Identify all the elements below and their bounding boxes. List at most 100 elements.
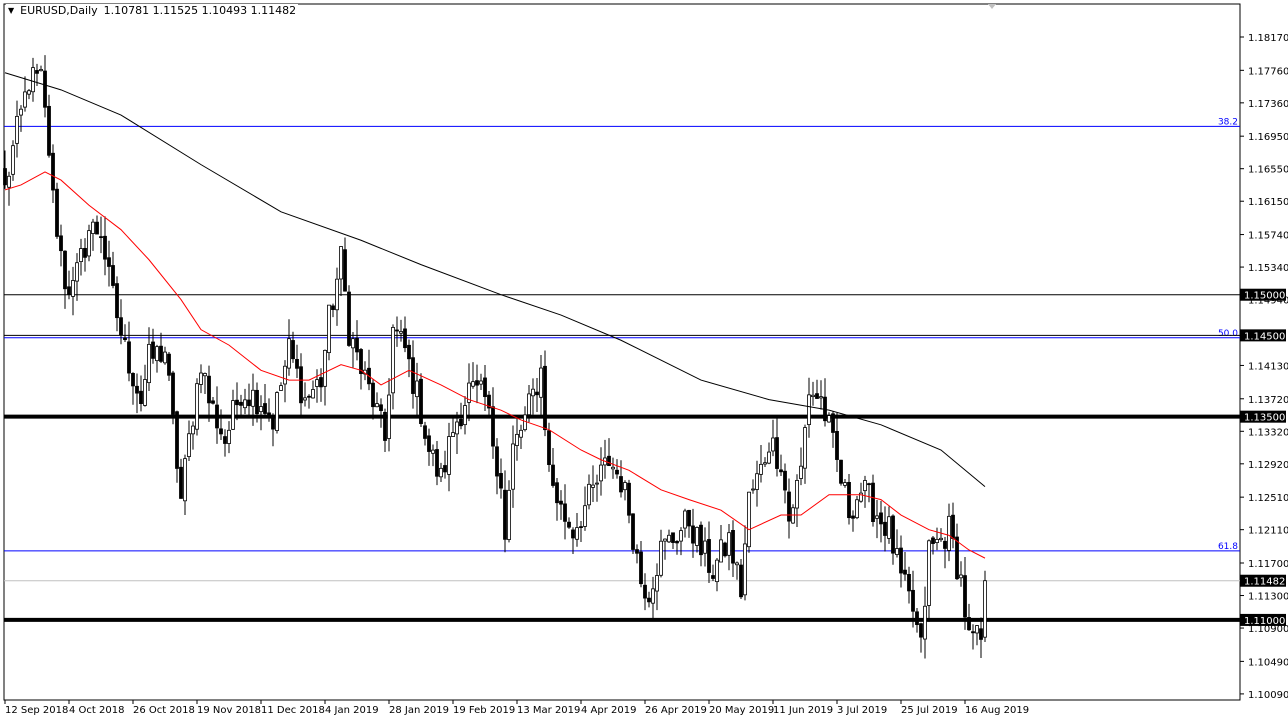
price-label: 1.13500 (1244, 413, 1285, 424)
candle-body (911, 589, 915, 612)
candle-body (903, 569, 907, 575)
candle-body (299, 366, 303, 404)
candle-body (23, 91, 27, 108)
candle-body (143, 379, 147, 406)
fibo-level-label: 50.0 (1218, 329, 1238, 339)
candle-body (187, 433, 191, 457)
candle-body (479, 380, 483, 385)
candle-body (679, 530, 683, 542)
candle-body (547, 430, 551, 465)
candle-body (147, 343, 151, 384)
candle (275, 391, 279, 434)
candle-body (235, 399, 239, 406)
candle-body (831, 413, 835, 433)
candle-body (835, 431, 839, 460)
y-tick-label: 1.15340 (1248, 263, 1288, 274)
candle-body (595, 482, 599, 485)
x-tick-label: 11 Jun 2019 (773, 705, 833, 716)
candle-body (51, 152, 55, 191)
candle-body (43, 70, 47, 108)
candle-body (899, 547, 903, 574)
candle-body (491, 406, 495, 447)
candle-body (979, 628, 983, 640)
candle-body (275, 392, 279, 431)
candle-body (695, 527, 699, 546)
candle-body (255, 389, 259, 415)
x-tick-label: 3 Jul 2019 (837, 705, 887, 716)
candle-body (423, 425, 427, 439)
candle-body (483, 377, 487, 398)
candle-body (431, 449, 435, 454)
candle-body (747, 491, 751, 548)
candle-body (611, 466, 615, 470)
y-tick-label: 1.10490 (1248, 657, 1288, 668)
candle-body (171, 372, 175, 415)
candle-body (495, 446, 499, 477)
y-tick-label: 1.18170 (1248, 33, 1288, 44)
candle-body (943, 540, 947, 549)
candle-body (855, 499, 859, 519)
candle-body (211, 400, 215, 404)
candle-body (55, 188, 59, 237)
candle-body (735, 562, 739, 566)
candle-body (95, 221, 99, 235)
candle-body (607, 455, 611, 467)
candle-body (675, 540, 679, 544)
candle-body (867, 483, 871, 486)
candle-body (567, 521, 571, 528)
candle (195, 378, 199, 436)
candle-body (407, 344, 411, 360)
candle-body (387, 394, 391, 439)
price-chart[interactable]: 1.18170 1.17760 1.17360 1.16950 1.16550 1.161… (0, 0, 1288, 722)
candle-body (19, 108, 23, 116)
candle-body (783, 470, 787, 491)
candle-body (159, 345, 163, 362)
candle-body (851, 515, 855, 519)
candle-body (227, 429, 231, 444)
candle-body (283, 365, 287, 385)
candle-body (451, 432, 455, 437)
candle-body (963, 575, 967, 618)
x-tick-label: 25 Jul 2019 (901, 705, 958, 716)
candle-body (191, 425, 195, 435)
candle-body (311, 389, 315, 399)
candle-body (291, 340, 295, 360)
x-tick-label: 19 Feb 2019 (453, 705, 515, 716)
candle-body (891, 515, 895, 554)
candle-body (39, 69, 43, 72)
candle-body (959, 574, 963, 579)
symbol-label: EURUSD,Daily (20, 4, 98, 17)
candle-body (11, 145, 15, 175)
candle-body (351, 338, 355, 349)
candle-body (471, 381, 475, 387)
candle-body (699, 524, 703, 556)
chart-header: ▼ EURUSD,Daily 1.10781 1.11525 1.10493 1… (6, 4, 299, 17)
candle-body (583, 505, 587, 527)
candle-body (175, 411, 179, 469)
candle-body (743, 543, 747, 596)
y-tick-label: 1.13320 (1248, 427, 1288, 438)
y-tick-label: 1.11300 (1248, 592, 1288, 603)
candle-body (575, 527, 579, 540)
candle (855, 496, 859, 520)
candle-body (107, 257, 111, 267)
candle (419, 373, 423, 427)
candle-body (47, 105, 51, 156)
candle-body (643, 584, 647, 599)
candle-body (951, 514, 955, 539)
y-tick-label: 1.17760 (1248, 66, 1288, 77)
candle-body (839, 459, 843, 484)
candle-body (523, 414, 527, 431)
candle-body (315, 379, 319, 387)
candle-body (895, 548, 899, 555)
candle-body (91, 221, 95, 234)
dropdown-triangle-icon[interactable]: ▼ (8, 6, 14, 15)
y-tick-label: 1.13720 (1248, 395, 1288, 406)
candle-body (947, 515, 951, 551)
candle-body (163, 351, 167, 364)
candle-body (755, 473, 759, 490)
candle-body (99, 236, 103, 239)
candle-body (79, 248, 83, 262)
candle-body (375, 403, 379, 408)
candle-body (811, 394, 815, 398)
